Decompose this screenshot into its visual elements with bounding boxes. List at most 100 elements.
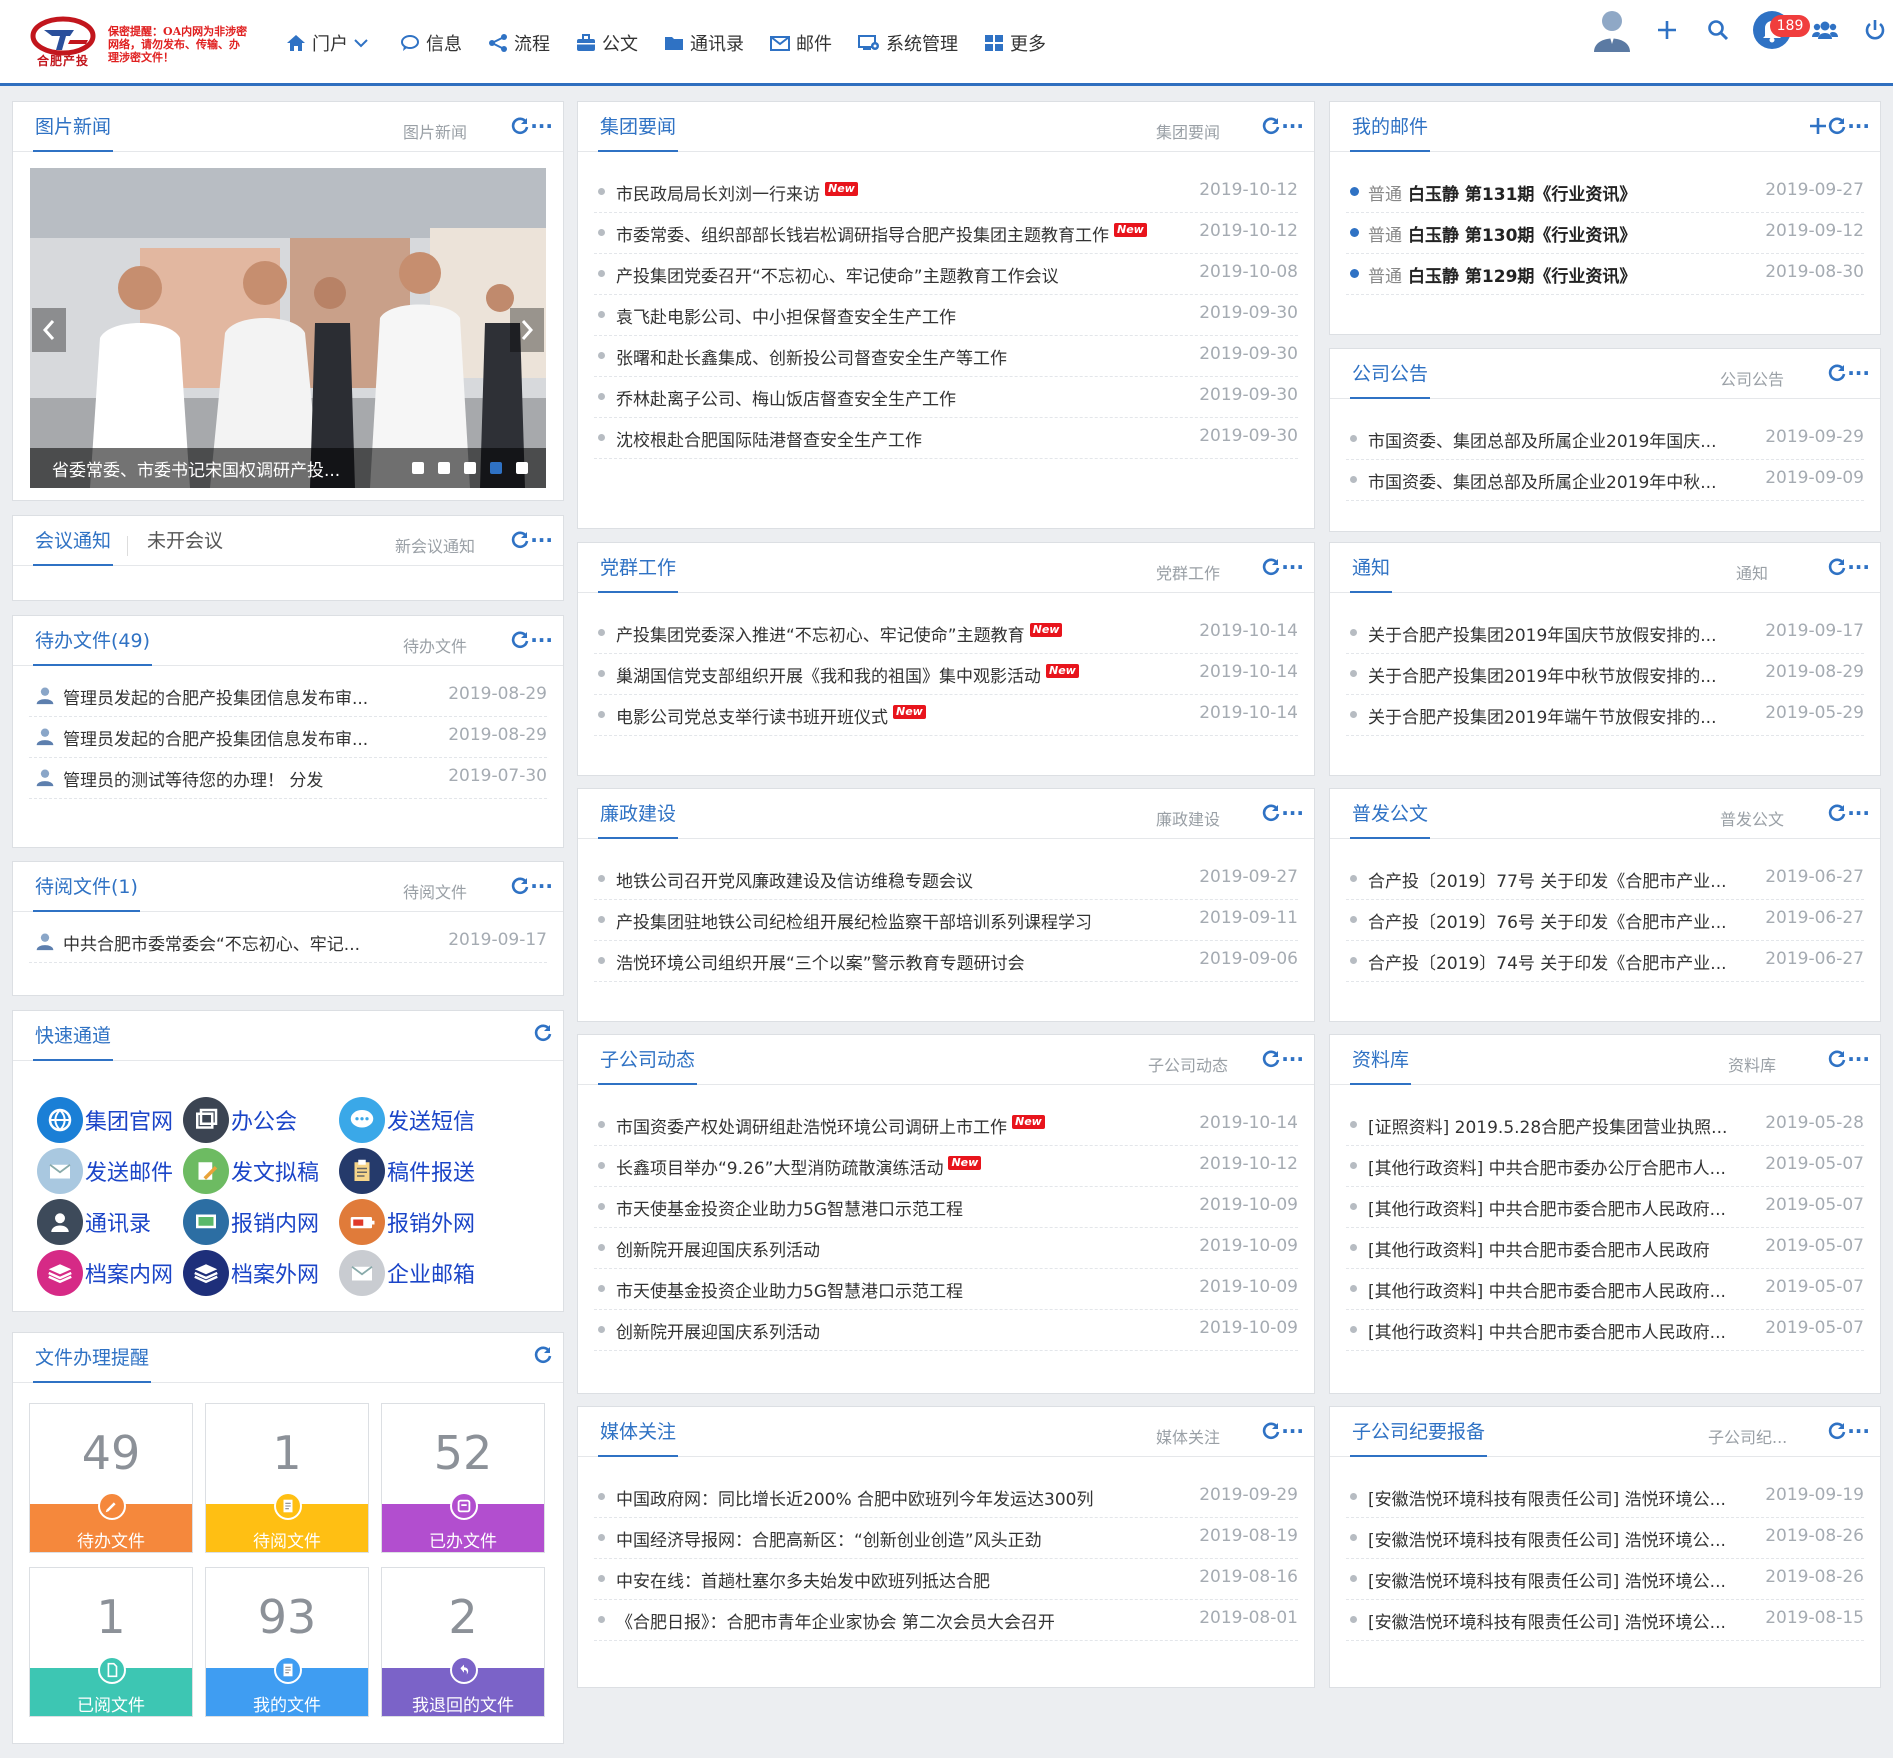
list-item[interactable]: 沈校根赴合肥国际陆港督查安全生产工作 2019-09-30 xyxy=(594,418,1298,459)
panel-title[interactable]: 公司公告 xyxy=(1350,361,1431,399)
quick-link[interactable]: 集团官网 xyxy=(37,1097,173,1143)
list-item[interactable]: 创新院开展迎国庆系列活动 2019-10-09 xyxy=(594,1228,1298,1269)
quick-link[interactable]: 发送短信 xyxy=(339,1097,475,1143)
quick-link[interactable]: 发文拟稿 xyxy=(183,1148,319,1194)
list-item[interactable]: 普通 白玉静 第131期《行业资讯》 2019-09-27 xyxy=(1346,172,1864,213)
item-title[interactable]: 地铁公司召开党风廉政建设及信访维稳专题会议 xyxy=(616,867,1208,892)
list-item[interactable]: 中国经济导报网：合肥高新区：“创新创业创造”风头正劲 2019-08-19 xyxy=(594,1518,1298,1559)
more-icon[interactable]: ··· xyxy=(1847,1419,1870,1443)
item-title[interactable]: 浩悦环境公司组织开展“三个以案”警示教育专题研讨会 xyxy=(616,949,1208,974)
panel-title[interactable]: 廉政建设 xyxy=(598,801,679,839)
list-item[interactable]: 市国资委、集团总部及所属企业2019年国庆... 2019-09-29 xyxy=(1346,419,1864,460)
panel-subtitle[interactable]: 媒体关注 xyxy=(1156,1424,1220,1448)
refresh-icon[interactable] xyxy=(1827,1421,1847,1441)
more-icon[interactable]: ··· xyxy=(530,628,553,652)
refresh-icon[interactable] xyxy=(1261,557,1281,577)
more-icon[interactable]: ··· xyxy=(1847,361,1870,385)
item-title[interactable]: 市天使基金投资企业助力5G智慧港口示范工程 xyxy=(616,1277,1208,1302)
list-item[interactable]: 长鑫项目举办“9.26”大型消防疏散演练活动 New 2019-10-12 xyxy=(594,1146,1298,1187)
list-item[interactable]: 市国资委产权处调研组赴浩悦环境公司调研上市工作 New 2019-10-14 xyxy=(594,1105,1298,1146)
item-title[interactable]: 市天使基金投资企业助力5G智慧港口示范工程 xyxy=(616,1195,1208,1220)
reminder-tile[interactable]: 52 已办文件 xyxy=(381,1403,545,1553)
item-title[interactable]: 管理员发起的合肥产投集团信息发布审... xyxy=(63,684,457,709)
group-button[interactable] xyxy=(1810,0,1840,60)
list-item[interactable]: [安徽浩悦环境科技有限责任公司] 浩悦环境公... 2019-09-19 xyxy=(1346,1477,1864,1518)
panel-subtitle[interactable]: 子公司动态 xyxy=(1148,1052,1228,1076)
reminder-tile[interactable]: 1 已阅文件 xyxy=(29,1567,193,1717)
refresh-icon[interactable] xyxy=(1261,1049,1281,1069)
item-title[interactable]: [其他行政资料] 中共合肥市委合肥市人民政府... xyxy=(1368,1318,1774,1343)
list-item[interactable]: 市国资委、集团总部及所属企业2019年中秋... 2019-09-09 xyxy=(1346,460,1864,501)
more-icon[interactable]: ··· xyxy=(1281,555,1304,579)
more-icon[interactable]: ··· xyxy=(530,114,553,138)
item-title[interactable]: 市民政局局长刘浏一行来访 New xyxy=(616,180,1208,205)
list-item[interactable]: 关于合肥产投集团2019年中秋节放假安排的... 2019-08-29 xyxy=(1346,654,1864,695)
nav-portal[interactable]: 门户 xyxy=(286,28,374,58)
nav-more[interactable]: 更多 xyxy=(984,28,1046,58)
list-item[interactable]: 中安在线：首趟杜塞尔多夫始发中欧班列抵达合肥 2019-08-16 xyxy=(594,1559,1298,1600)
item-title[interactable]: 普通 白玉静 第129期《行业资讯》 xyxy=(1368,262,1774,287)
item-title[interactable]: [其他行政资料] 中共合肥市委合肥市人民政府... xyxy=(1368,1195,1774,1220)
item-title[interactable]: 产投集团党委深入推进“不忘初心、牢记使命”主题教育 New xyxy=(616,621,1208,646)
panel-title[interactable]: 资料库 xyxy=(1350,1047,1412,1085)
more-icon[interactable]: ··· xyxy=(1281,114,1304,138)
item-title[interactable]: 合产投〔2019〕74号 关于印发《合肥市产业... xyxy=(1368,949,1774,974)
carousel-dot[interactable] xyxy=(464,462,476,474)
item-title[interactable]: 袁飞赴电影公司、中小担保督查安全生产工作 xyxy=(616,303,1208,328)
panel-title[interactable]: 普发公文 xyxy=(1350,801,1431,839)
panel-subtitle[interactable]: 图片新闻 xyxy=(403,119,467,143)
more-icon[interactable]: ··· xyxy=(1281,801,1304,825)
reminder-tile[interactable]: 49 待办文件 xyxy=(29,1403,193,1553)
item-title[interactable]: [安徽浩悦环境科技有限责任公司] 浩悦环境公... xyxy=(1368,1485,1774,1510)
nav-documents[interactable]: 公文 xyxy=(576,28,638,58)
reminder-tile[interactable]: 93 我的文件 xyxy=(205,1567,369,1717)
item-title[interactable]: 产投集团党委召开“不忘初心、牢记使命”主题教育工作会议 xyxy=(616,262,1208,287)
list-item[interactable]: [安徽浩悦环境科技有限责任公司] 浩悦环境公... 2019-08-15 xyxy=(1346,1600,1864,1641)
list-item[interactable]: 中国政府网：同比增长近200% 合肥中欧班列今年发运达300列 2019-09-2… xyxy=(594,1477,1298,1518)
item-title[interactable]: [安徽浩悦环境科技有限责任公司] 浩悦环境公... xyxy=(1368,1608,1774,1633)
refresh-icon[interactable] xyxy=(533,1023,553,1043)
reminder-tile[interactable]: 2 我退回的文件 xyxy=(381,1567,545,1717)
item-title[interactable]: 市国资委、集团总部及所属企业2019年中秋... xyxy=(1368,468,1774,493)
panel-title[interactable]: 党群工作 xyxy=(598,555,679,593)
refresh-icon[interactable] xyxy=(1827,1049,1847,1069)
refresh-icon[interactable] xyxy=(1261,116,1281,136)
refresh-icon[interactable] xyxy=(1827,116,1847,136)
panel-subtitle[interactable]: 党群工作 xyxy=(1156,560,1220,584)
carousel-next-button[interactable] xyxy=(510,308,544,352)
panel-subtitle[interactable]: 集团要闻 xyxy=(1156,119,1220,143)
nav-info[interactable]: 信息 xyxy=(400,28,462,58)
more-icon[interactable]: ··· xyxy=(1281,1419,1304,1443)
panel-title[interactable]: 子公司纪要报备 xyxy=(1350,1419,1488,1457)
list-item[interactable]: [其他行政资料] 中共合肥市委合肥市人民政府... 2019-05-07 xyxy=(1346,1310,1864,1351)
item-title[interactable]: 沈校根赴合肥国际陆港督查安全生产工作 xyxy=(616,426,1208,451)
carousel-dot[interactable] xyxy=(438,462,450,474)
carousel-caption[interactable]: 省委常委、市委书记宋国权调研产投... xyxy=(52,456,340,481)
tab-meeting-notice[interactable]: 会议通知 xyxy=(33,528,114,566)
item-title[interactable]: 张曙和赴长鑫集成、创新投公司督查安全生产等工作 xyxy=(616,344,1208,369)
panel-subtitle[interactable]: 通知 xyxy=(1736,560,1768,584)
list-item[interactable]: 张曙和赴长鑫集成、创新投公司督查安全生产等工作 2019-09-30 xyxy=(594,336,1298,377)
quick-link[interactable]: 档案外网 xyxy=(183,1250,319,1296)
list-item[interactable]: [安徽浩悦环境科技有限责任公司] 浩悦环境公... 2019-08-26 xyxy=(1346,1559,1864,1600)
nav-process[interactable]: 流程 xyxy=(488,28,550,58)
list-item[interactable]: 关于合肥产投集团2019年端午节放假安排的... 2019-05-29 xyxy=(1346,695,1864,736)
list-item[interactable]: 关于合肥产投集团2019年国庆节放假安排的... 2019-09-17 xyxy=(1346,613,1864,654)
item-title[interactable]: 合产投〔2019〕76号 关于印发《合肥市产业... xyxy=(1368,908,1774,933)
carousel-dot[interactable] xyxy=(412,462,424,474)
quick-link[interactable]: 企业邮箱 xyxy=(339,1250,475,1296)
quick-link[interactable]: 报销外网 xyxy=(339,1199,475,1245)
list-item[interactable]: 乔林赴离子公司、梅山饭店督查安全生产工作 2019-09-30 xyxy=(594,377,1298,418)
search-button[interactable] xyxy=(1703,0,1733,60)
refresh-icon[interactable] xyxy=(1827,363,1847,383)
panel-title[interactable]: 我的邮件 xyxy=(1350,114,1431,152)
carousel-dot[interactable] xyxy=(516,462,528,474)
carousel-prev-button[interactable] xyxy=(32,308,66,352)
list-item[interactable]: [其他行政资料] 中共合肥市委合肥市人民政府... 2019-05-07 xyxy=(1346,1269,1864,1310)
logout-button[interactable] xyxy=(1862,0,1888,60)
list-item[interactable]: [其他行政资料] 中共合肥市委办公厅合肥市人... 2019-05-07 xyxy=(1346,1146,1864,1187)
picture-carousel[interactable]: 省委常委、市委书记宋国权调研产投... xyxy=(30,168,546,488)
quick-link[interactable]: 报销内网 xyxy=(183,1199,319,1245)
more-icon[interactable]: ··· xyxy=(1847,555,1870,579)
list-item[interactable]: 市委常委、组织部部长钱岩松调研指导合肥产投集团主题教育工作 New 2019-10-… xyxy=(594,213,1298,254)
